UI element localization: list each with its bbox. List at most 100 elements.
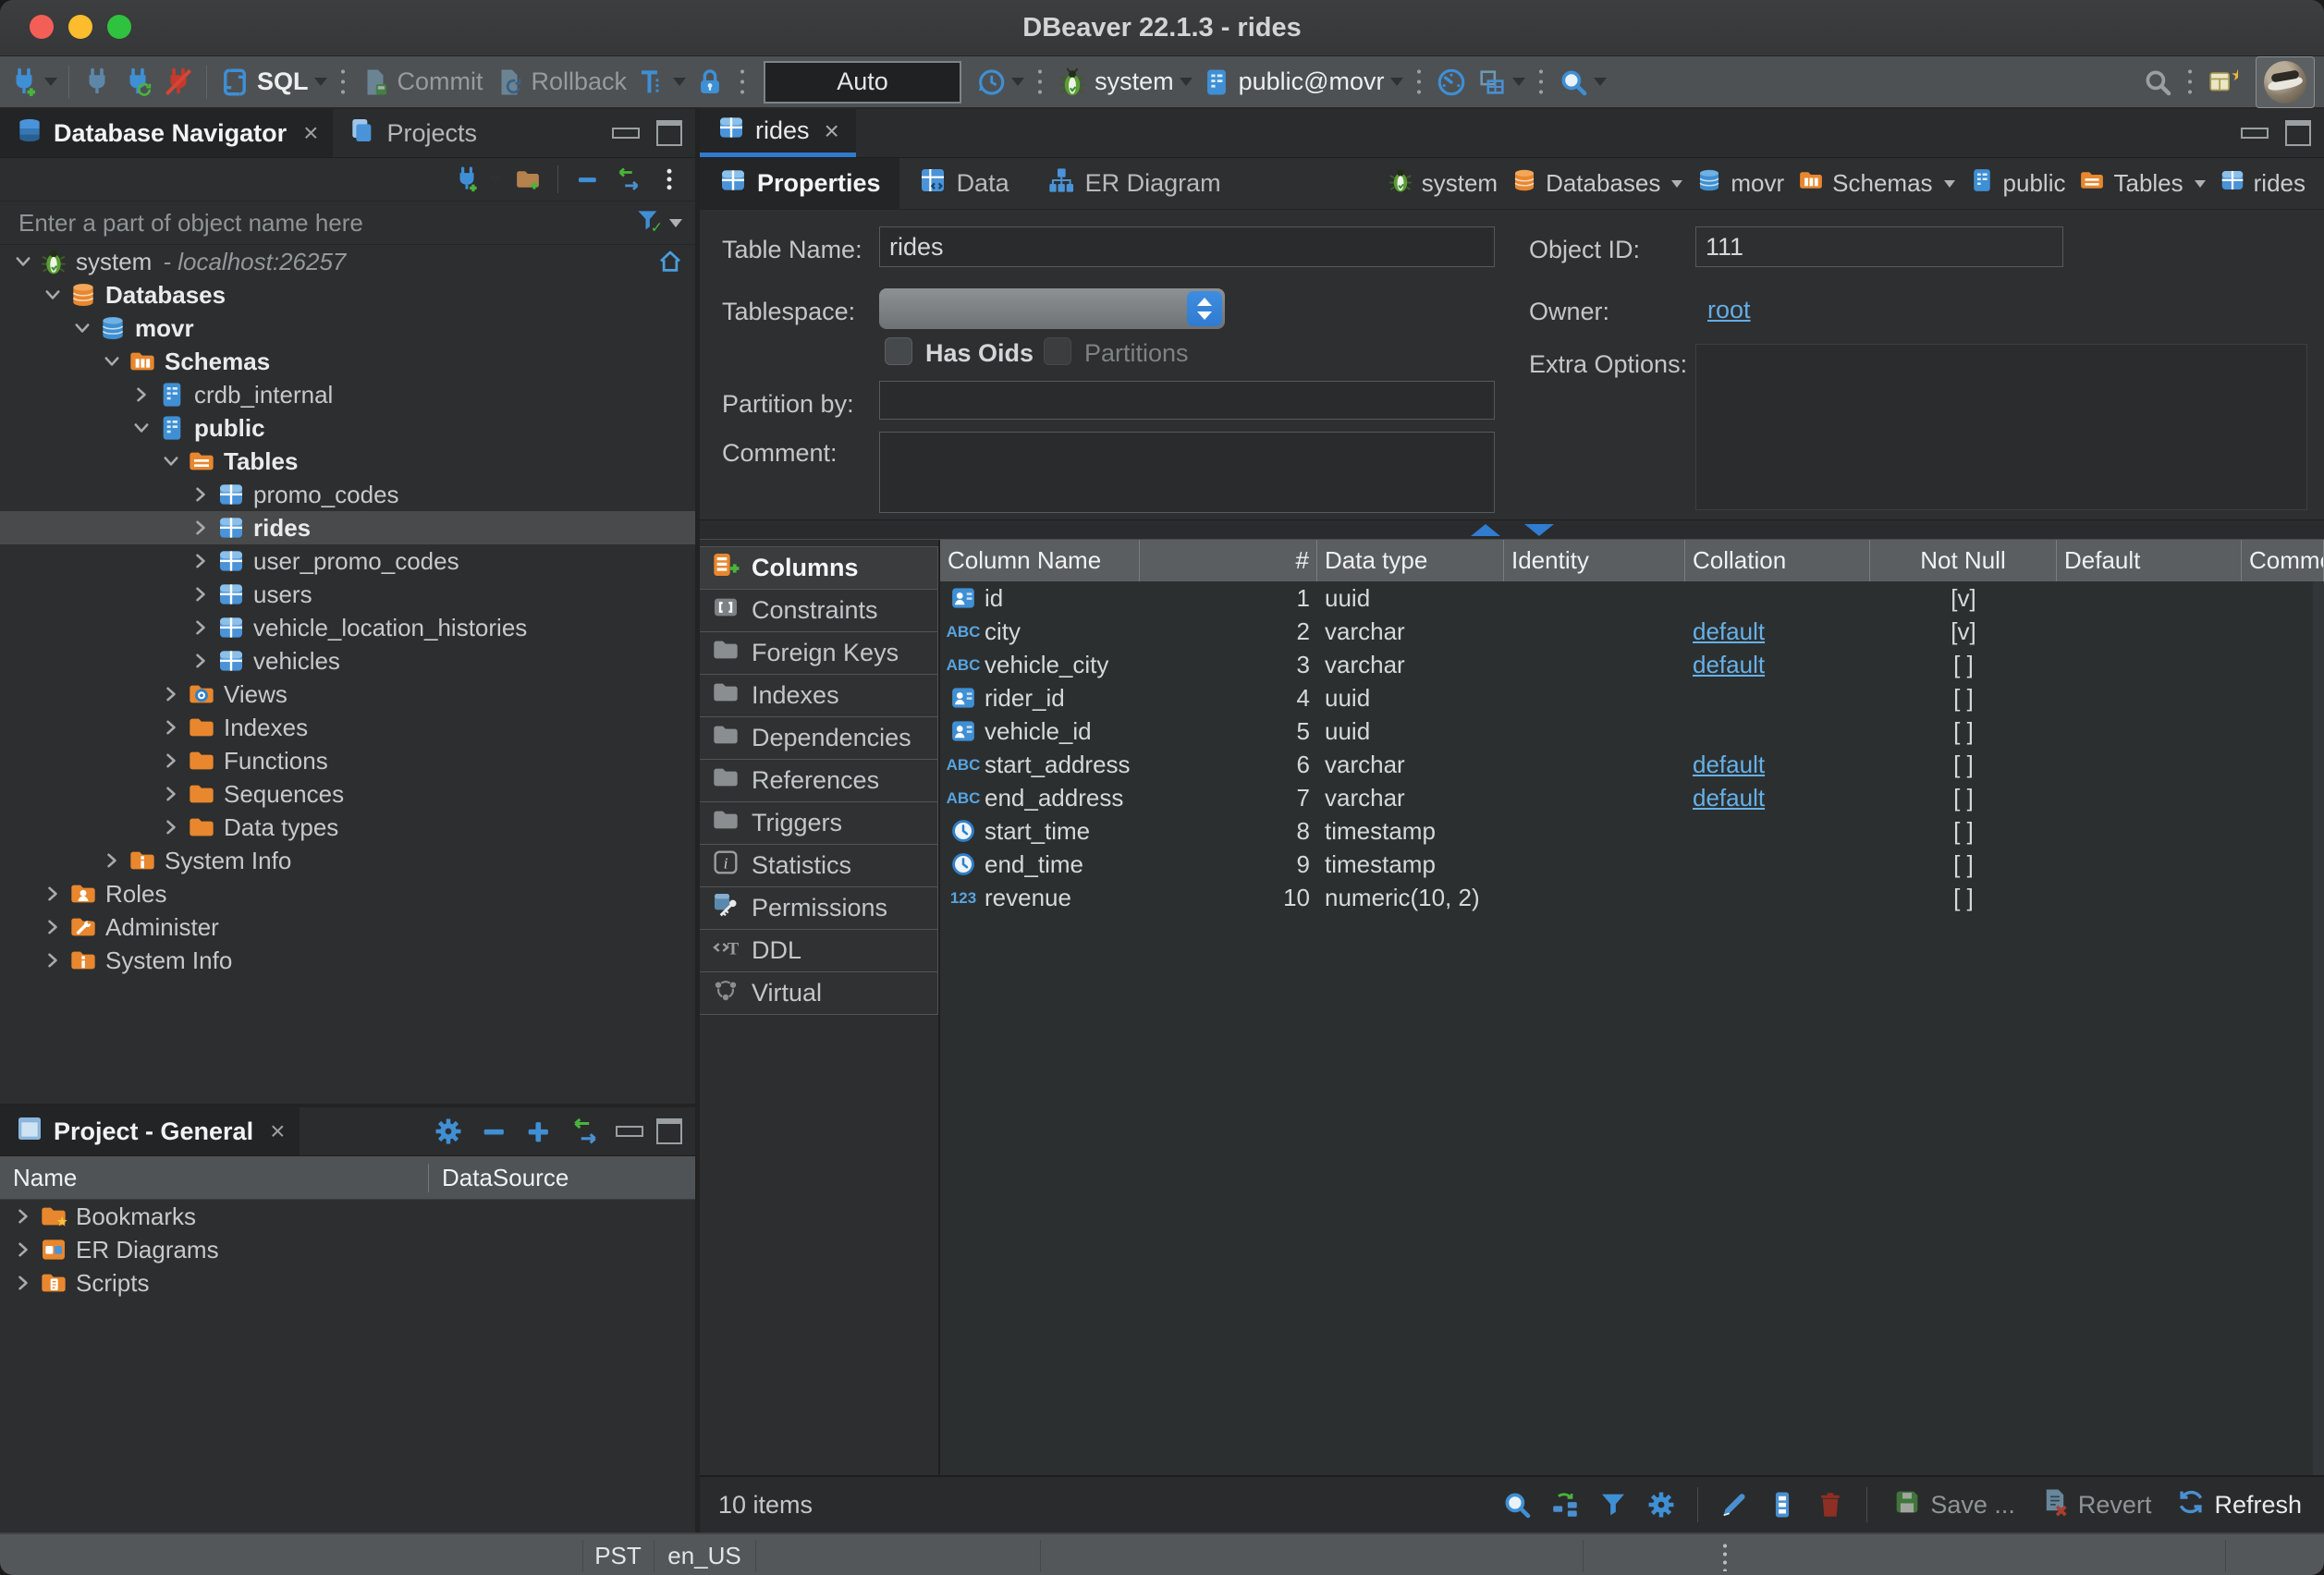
commit-icon[interactable]	[355, 63, 396, 102]
chevron-right-icon[interactable]	[39, 913, 67, 941]
edit-column-icon[interactable]	[1713, 1484, 1755, 1525]
column-header-column-name[interactable]: Column Name	[940, 540, 1140, 581]
user-profile-button[interactable]	[2256, 56, 2315, 108]
chevron-right-icon[interactable]	[9, 1269, 37, 1297]
chevron-right-icon[interactable]	[98, 847, 126, 874]
tab-database-navigator[interactable]: Database Navigator ×	[0, 109, 333, 157]
grid-sync-icon[interactable]	[1544, 1484, 1586, 1525]
splitter-handle[interactable]	[700, 519, 2324, 540]
object-tab-references[interactable]: References	[700, 759, 938, 802]
collapse-down-icon[interactable]	[1524, 524, 1554, 536]
close-tab-icon[interactable]: ×	[270, 1117, 285, 1146]
timezone-indicator[interactable]: PST	[582, 1534, 654, 1575]
column-row-revenue[interactable]: 123revenue10numeric(10, 2)[ ]	[940, 881, 2313, 914]
active-connection-icon[interactable]	[1052, 63, 1093, 102]
nav-new-connection-dropdown[interactable]	[489, 176, 502, 184]
partitions-checkbox[interactable]	[1044, 337, 1071, 365]
subtab-er-diagram[interactable]: ER Diagram	[1028, 158, 1240, 209]
dashboard-icon[interactable]	[1431, 63, 1472, 102]
link-editor-icon[interactable]	[610, 162, 647, 197]
object-tab-foreign-keys[interactable]: Foreign Keys	[700, 631, 938, 675]
column-header-comment[interactable]: Comment	[2242, 540, 2324, 581]
chevron-right-icon[interactable]	[39, 880, 67, 908]
connect-icon[interactable]	[77, 63, 117, 102]
save-button[interactable]: Save ...	[1882, 1486, 2024, 1524]
subtab-data[interactable]: Data	[899, 158, 1028, 209]
breadcrumb-movr[interactable]: movr	[1692, 166, 1788, 201]
tree-item-roles[interactable]: Roles	[0, 877, 695, 910]
collation-link[interactable]: default	[1693, 651, 1765, 679]
close-tab-icon[interactable]: ×	[825, 116, 839, 146]
nav-new-connection-icon[interactable]	[448, 162, 485, 197]
project-item-bookmarks[interactable]: ★Bookmarks	[0, 1200, 695, 1233]
chevron-right-icon[interactable]	[157, 680, 185, 708]
column-header-default[interactable]: Default	[2057, 540, 2242, 581]
delete-column-icon[interactable]	[1809, 1484, 1852, 1525]
chevron-down-icon[interactable]	[39, 281, 67, 309]
object-tab-indexes[interactable]: Indexes	[700, 674, 938, 717]
new-connection-dropdown[interactable]	[44, 78, 57, 86]
tree-item-system[interactable]: system - localhost:26257	[0, 245, 695, 278]
chevron-right-icon[interactable]	[157, 747, 185, 775]
tree-item-data-types[interactable]: Data types	[0, 811, 695, 844]
tablespace-select[interactable]	[879, 288, 1225, 329]
chevron-down-icon[interactable]	[9, 248, 37, 275]
tree-item-promo-codes[interactable]: promo_codes	[0, 478, 695, 511]
column-header-identity[interactable]: Identity	[1504, 540, 1685, 581]
tree-item-indexes[interactable]: Indexes	[0, 711, 695, 744]
object-filter-input[interactable]	[17, 208, 627, 238]
view-menu-icon[interactable]	[651, 162, 688, 197]
search-dropdown[interactable]	[1594, 78, 1607, 86]
collation-link[interactable]: default	[1693, 784, 1765, 812]
collapse-up-icon[interactable]	[1471, 524, 1500, 536]
object-id-input[interactable]	[1695, 226, 2063, 267]
revert-button[interactable]: Revert	[2030, 1486, 2161, 1524]
home-icon[interactable]	[656, 248, 684, 275]
active-schema-label[interactable]: public@movr	[1239, 67, 1385, 96]
quick-search-icon[interactable]	[2137, 63, 2178, 102]
statusbar-handle-icon[interactable]	[1721, 1542, 1729, 1571]
column-row-id[interactable]: id1uuid[v]	[940, 581, 2313, 615]
object-tab-triggers[interactable]: Triggers	[700, 801, 938, 845]
grid-filter-icon[interactable]	[1592, 1484, 1634, 1525]
tree-item-databases[interactable]: Databases	[0, 278, 695, 311]
column-row-vehicle-id[interactable]: vehicle_id5uuid[ ]	[940, 714, 2313, 748]
chevron-right-icon[interactable]	[9, 1236, 37, 1264]
tree-item-functions[interactable]: Functions	[0, 744, 695, 777]
column-header-datasource[interactable]: DataSource	[429, 1164, 569, 1192]
filter-dropdown[interactable]	[669, 219, 682, 227]
rollback-label[interactable]: Rollback	[532, 67, 628, 96]
locale-indicator[interactable]: en_US	[654, 1534, 755, 1575]
chevron-down-icon[interactable]	[128, 414, 155, 442]
object-tab-permissions[interactable]: Permissions	[700, 886, 938, 930]
object-tab-statistics[interactable]: iStatistics	[700, 844, 938, 887]
partition-by-input[interactable]	[879, 381, 1495, 420]
chevron-right-icon[interactable]	[157, 780, 185, 808]
maximize-panel-icon[interactable]	[656, 120, 682, 146]
chevron-right-icon[interactable]	[187, 481, 214, 508]
column-row-rider-id[interactable]: rider_id4uuid[ ]	[940, 681, 2313, 714]
breadcrumb-public[interactable]: public	[1964, 166, 2070, 201]
chevron-right-icon[interactable]	[39, 946, 67, 974]
project-item-er-diagrams[interactable]: ER Diagrams	[0, 1233, 695, 1266]
disconnect-icon[interactable]	[158, 63, 199, 102]
tree-item-administer[interactable]: Administer	[0, 910, 695, 944]
chevron-right-icon[interactable]	[187, 647, 214, 675]
lock-icon[interactable]	[690, 63, 730, 102]
project-expand-icon[interactable]	[523, 1115, 555, 1148]
perspective-icon[interactable]: ★	[2202, 63, 2243, 102]
sql-editor-label[interactable]: SQL	[257, 67, 309, 96]
collation-link[interactable]: default	[1693, 751, 1765, 779]
tree-item-system-info[interactable]: System Info	[0, 944, 695, 977]
chevron-down-icon[interactable]	[157, 447, 185, 475]
subtab-properties[interactable]: Properties	[700, 158, 899, 209]
tree-item-sequences[interactable]: Sequences	[0, 777, 695, 811]
table-name-input[interactable]	[879, 226, 1495, 267]
column-row-start-time[interactable]: start_time8timestamp[ ]	[940, 814, 2313, 848]
minimize-editor-icon[interactable]	[2241, 128, 2269, 139]
chevron-right-icon[interactable]	[157, 714, 185, 741]
tree-item-vehicle-location-histories[interactable]: vehicle_location_histories	[0, 611, 695, 644]
tree-item-vehicles[interactable]: vehicles	[0, 644, 695, 678]
project-link-icon[interactable]	[568, 1115, 603, 1148]
project-settings-icon[interactable]	[431, 1115, 466, 1148]
